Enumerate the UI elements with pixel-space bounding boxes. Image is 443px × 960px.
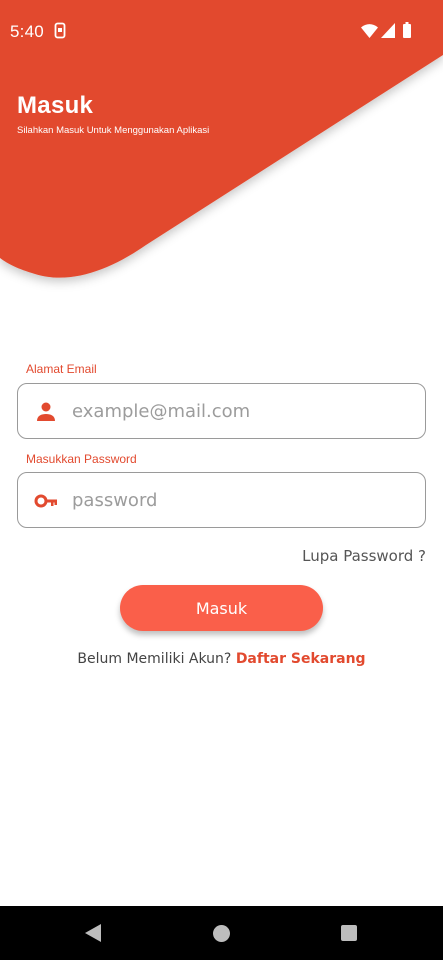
status-time: 5:40 xyxy=(10,22,44,41)
register-prompt-line: Belum Memiliki Akun? Daftar Sekarang xyxy=(0,651,443,667)
navigation-bar xyxy=(0,906,443,960)
page-subtitle: Silahkan Masuk Untuk Menggunakan Aplikas… xyxy=(17,125,210,136)
password-field[interactable] xyxy=(72,473,412,527)
register-prompt: Belum Memiliki Akun? xyxy=(77,651,232,667)
wifi-icon xyxy=(361,24,378,38)
password-label: Masukkan Password xyxy=(26,452,137,466)
back-icon[interactable] xyxy=(85,924,101,942)
login-button[interactable]: Masuk xyxy=(120,585,323,631)
recents-icon[interactable] xyxy=(341,925,357,941)
sim-icon xyxy=(54,22,66,39)
forgot-password-link[interactable]: Lupa Password ? xyxy=(302,547,426,565)
page-title: Masuk xyxy=(17,92,94,119)
email-field-container[interactable] xyxy=(17,383,426,439)
person-icon xyxy=(37,402,55,421)
home-icon[interactable] xyxy=(213,925,230,942)
email-field[interactable] xyxy=(72,384,412,438)
email-label: Alamat Email xyxy=(26,362,97,376)
register-link[interactable]: Daftar Sekarang xyxy=(236,651,366,667)
battery-icon xyxy=(403,22,411,38)
status-bar: 5:40 xyxy=(0,0,443,62)
key-icon xyxy=(34,494,57,508)
password-field-container[interactable] xyxy=(17,472,426,528)
signal-icon xyxy=(381,23,395,38)
